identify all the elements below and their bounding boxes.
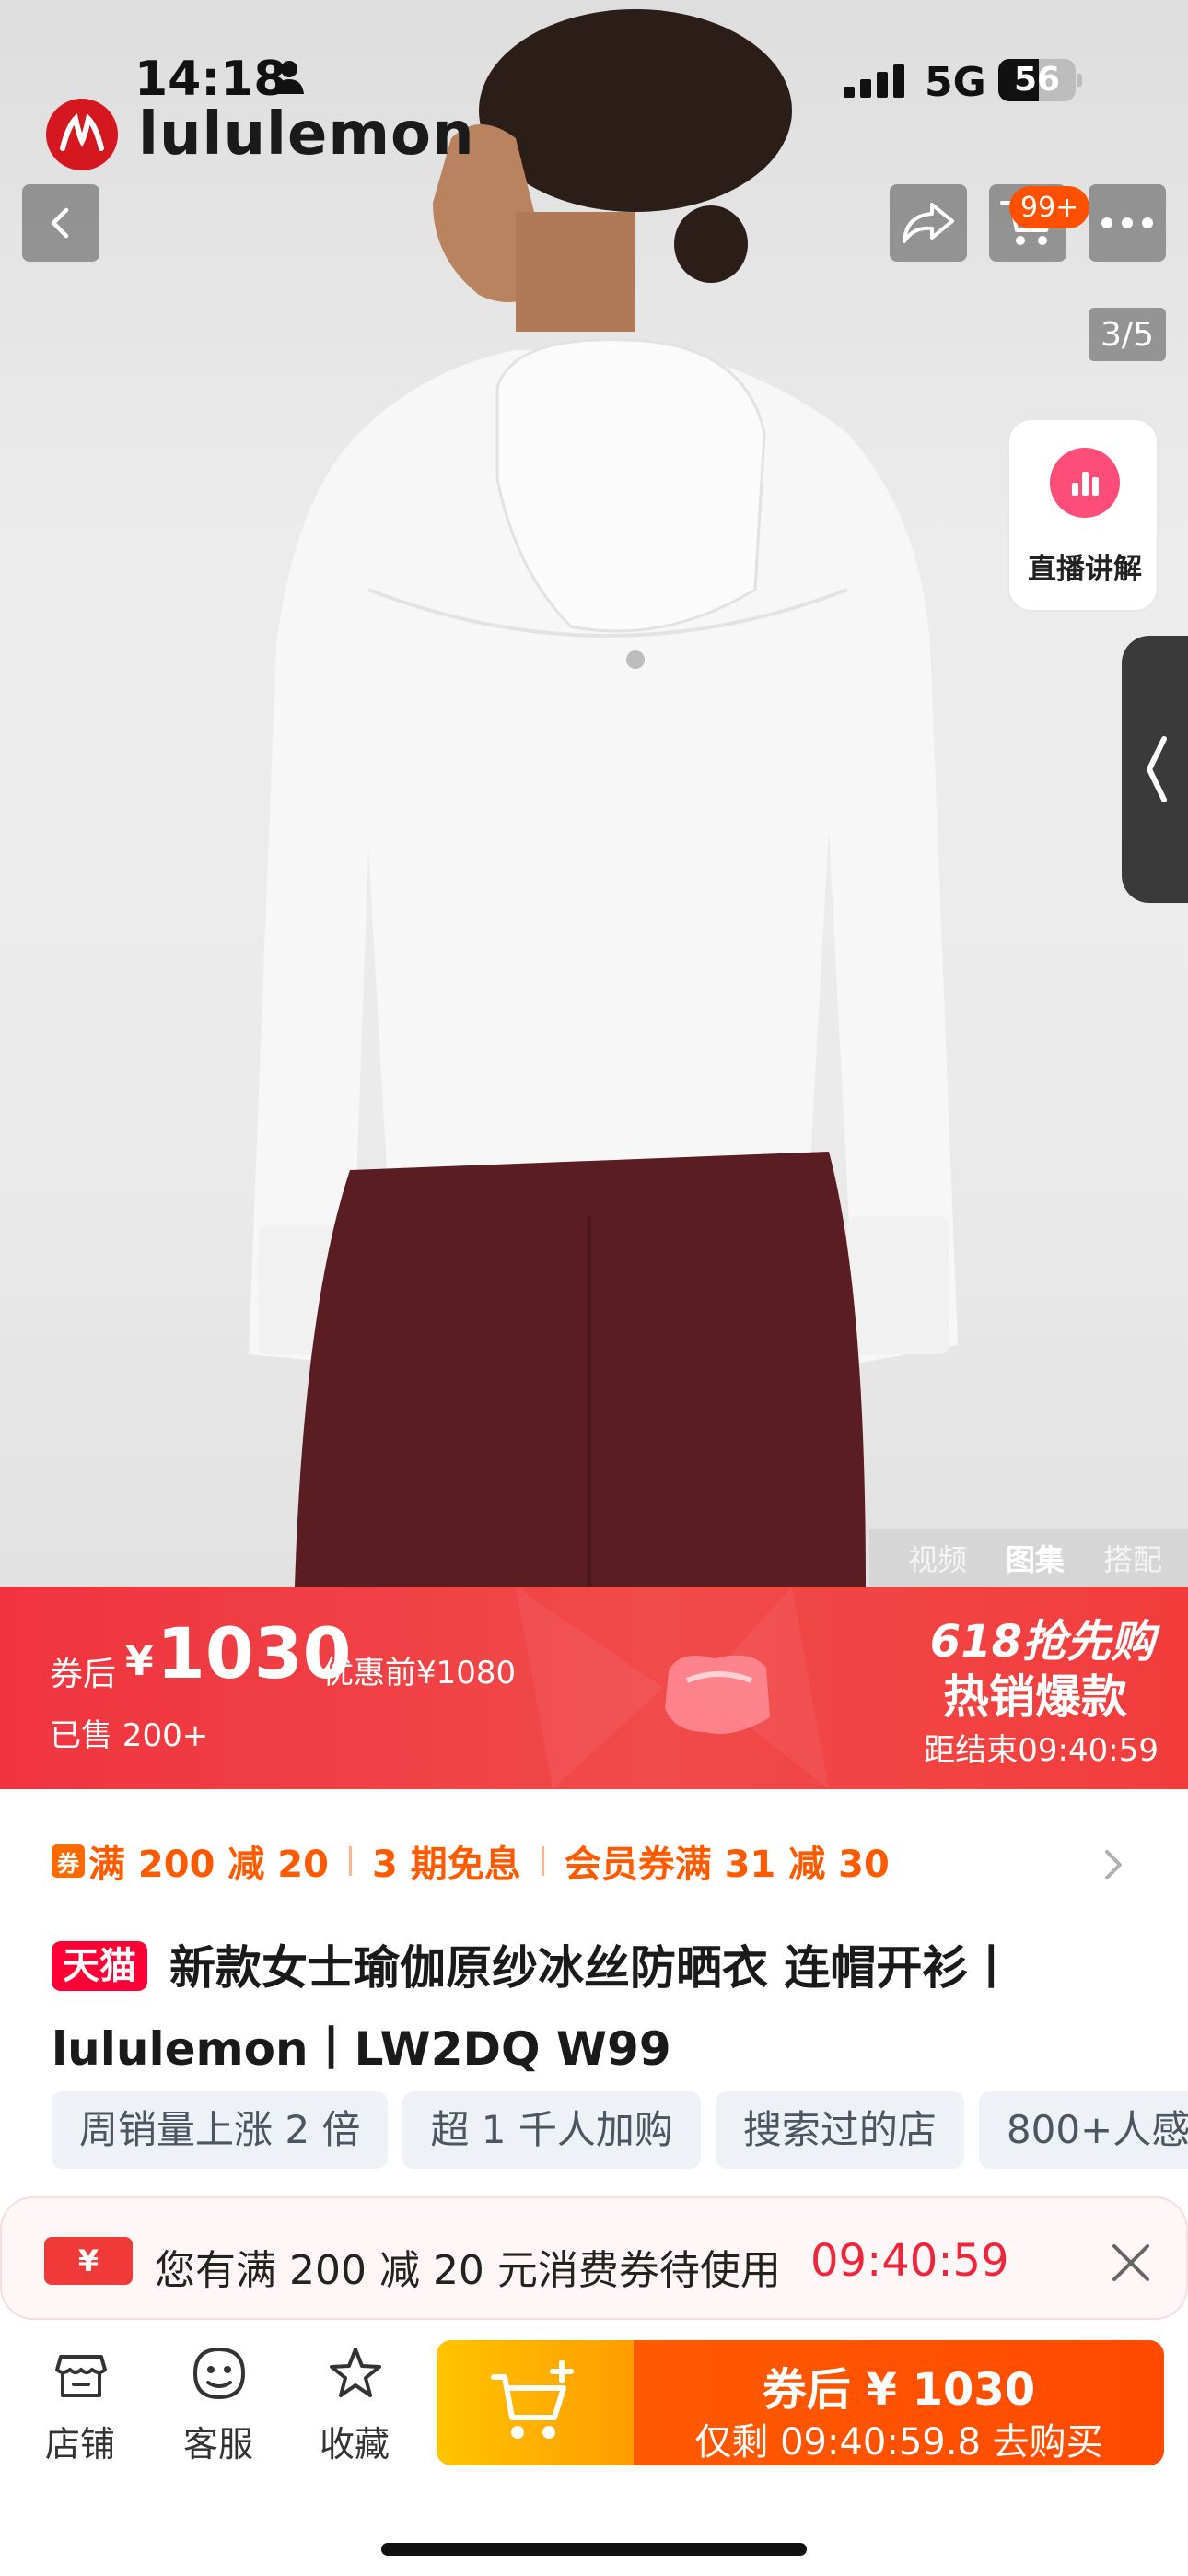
live-explain-button[interactable]: 直播讲解 — [1007, 418, 1159, 612]
bottom-action-bar: 店铺 客服 收藏 券后 ¥ 1030 仅剩 09:40:59.8 去购买 — [0, 2320, 1188, 2576]
add-cart-icon — [491, 2360, 574, 2439]
more-icon — [1101, 217, 1153, 228]
coupon-ticket-icon: ¥ — [44, 2237, 133, 2285]
chevron-left-icon — [1147, 736, 1167, 802]
live-icon — [1050, 448, 1120, 518]
chip[interactable]: 800+人感兴趣 — [978, 2091, 1188, 2169]
chip[interactable]: 搜索过的店 — [715, 2091, 964, 2169]
chip[interactable]: 周销量上涨 2 倍 — [52, 2091, 389, 2169]
offers-row[interactable]: 券 满 200 减 20 3 期免息 会员券满 31 减 30 — [52, 1835, 890, 1887]
side-drawer-handle[interactable] — [1122, 636, 1188, 903]
highlight-chips: 周销量上涨 2 倍超 1 千人加购搜索过的店800+人感兴趣 — [52, 2091, 1188, 2169]
coupon-countdown: 09:40:59 — [810, 2235, 1009, 2287]
price-currency: ¥ — [125, 1638, 154, 1685]
buy-price: 券后 ¥ 1030 — [762, 2364, 1036, 2416]
media-tabs: 视频 图集 搭配 — [869, 1529, 1188, 1587]
battery-icon: 56 — [998, 59, 1082, 101]
event-subtitle: 热销爆款 — [943, 1670, 1127, 1724]
divider — [348, 1846, 352, 1876]
lululemon-logo-icon — [46, 99, 118, 170]
product-title: 天猫 新款女士瑜伽原纱冰丝防晒衣 连帽开衫丨lululemon丨LW2DQ W99 — [52, 1927, 1157, 2090]
add-to-cart-button[interactable] — [437, 2340, 634, 2465]
coupon-icon: 券 — [52, 1844, 85, 1878]
home-indicator[interactable] — [381, 2543, 807, 2556]
chip[interactable]: 超 1 千人加购 — [402, 2091, 701, 2169]
chat-face-icon — [192, 2347, 246, 2400]
favorite-button[interactable]: 收藏 — [304, 2346, 405, 2465]
store-button[interactable]: 店铺 — [29, 2346, 131, 2465]
back-button[interactable] — [22, 184, 99, 262]
service-label: 客服 — [182, 2424, 253, 2465]
battery-level: 56 — [1013, 61, 1061, 99]
product-title-text: 新款女士瑜伽原纱冰丝防晒衣 连帽开衫丨lululemon丨LW2DQ W99 — [52, 1941, 1015, 2076]
promo-banner: 券后 ¥ 1030 优惠前¥1080 已售 200+ 618抢先购 热销爆款 距… — [0, 1587, 1188, 1789]
share-icon — [903, 203, 954, 243]
buy-countdown: 仅剩 09:40:59.8 去购买 — [694, 2421, 1103, 2464]
buy-button[interactable]: 券后 ¥ 1030 仅剩 09:40:59.8 去购买 — [437, 2340, 1164, 2465]
price-before-discount: 优惠前¥1080 — [322, 1655, 517, 1692]
tmall-badge: 天猫 — [52, 1941, 147, 1991]
gift-icon — [665, 1655, 770, 1734]
more-button[interactable] — [1089, 184, 1166, 262]
customer-service-button[interactable]: 客服 — [168, 2346, 269, 2465]
close-icon[interactable] — [1109, 2241, 1153, 2285]
coupon-notice[interactable]: ¥ 您有满 200 减 20 元消费券待使用 09:40:59 — [0, 2196, 1188, 2320]
product-image-gallery[interactable]: 14:18 5G 56 lululemon 99+ 3/5 直播讲解 视频 图集… — [0, 0, 1188, 1587]
favorite-label: 收藏 — [319, 2424, 390, 2465]
event-countdown: 距结束09:40:59 — [924, 1732, 1159, 1769]
live-label: 直播讲解 — [1028, 553, 1142, 586]
signal-icon — [844, 64, 904, 98]
tab-video[interactable]: 视频 — [908, 1537, 967, 1579]
cart-count-badge: 99+ — [1009, 186, 1090, 228]
share-button[interactable] — [890, 184, 967, 262]
store-label: 店铺 — [44, 2424, 115, 2465]
brand-name: lululemon — [138, 100, 475, 169]
network-type: 5G — [925, 59, 986, 106]
sold-count: 已售 200+ — [50, 1717, 209, 1754]
divider — [541, 1846, 544, 1876]
person-icon — [274, 61, 304, 94]
chevron-left-icon — [51, 207, 69, 239]
offer-item: 满 200 减 20 — [88, 1844, 329, 1886]
store-icon — [55, 2355, 107, 2397]
store-brand[interactable]: lululemon — [46, 98, 475, 171]
price-prefix: 券后 — [50, 1656, 117, 1693]
image-page-counter: 3/5 — [1089, 308, 1166, 361]
chevron-right-icon[interactable] — [1100, 1846, 1127, 1883]
product-info: 券 满 200 减 20 3 期免息 会员券满 31 减 30 天猫 新款女士瑜伽… — [0, 1789, 1188, 2195]
offer-item: 会员券满 31 减 30 — [564, 1844, 890, 1886]
coupon-notice-text: 您有满 200 减 20 元消费券待使用 — [155, 2247, 781, 2294]
tab-outfit[interactable]: 搭配 — [1103, 1537, 1162, 1579]
tab-gallery[interactable]: 图集 — [1006, 1537, 1065, 1579]
star-icon — [330, 2348, 381, 2397]
offer-item: 3 期免息 — [371, 1844, 521, 1886]
